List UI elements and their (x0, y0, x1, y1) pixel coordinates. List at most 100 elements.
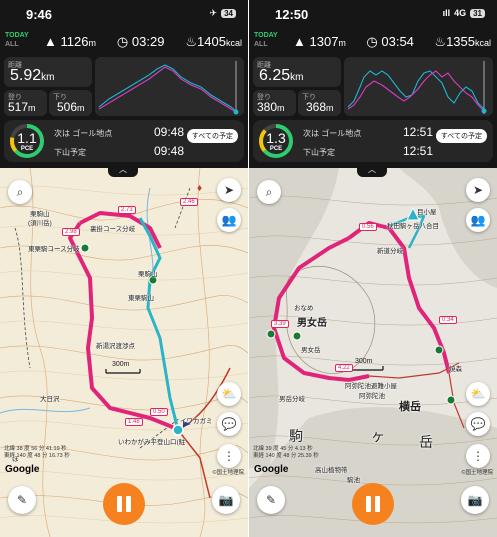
tab-all[interactable]: ALL (5, 40, 29, 49)
coordinates: 北緯 39 度 45 分 4.13 秒 東経 140 度 48 分 25.39 … (253, 446, 319, 460)
collapse-handle[interactable]: ︿ (108, 165, 138, 177)
summit-marker[interactable] (80, 243, 90, 253)
schedule-card[interactable]: 1.3 PCE 次は ゴール地点 12:51 下山予定 12:51 すべての予定 (253, 120, 493, 162)
people-icon: 👥 (221, 213, 237, 227)
compass-icon[interactable]: ♦ (197, 183, 202, 194)
group-button[interactable]: 👥 (466, 208, 490, 232)
all-schedule-button[interactable]: すべての予定 (435, 129, 487, 143)
down-number: 506 (57, 100, 78, 114)
summit-marker-2[interactable] (292, 331, 302, 341)
weather-button[interactable]: ⛅ (466, 382, 490, 406)
ascent-value: 1307 (309, 34, 339, 49)
up-value: 517m (8, 100, 36, 114)
calories-value: 1355 (446, 34, 475, 49)
edit-button[interactable]: ✎ (8, 486, 36, 514)
chat-button[interactable]: 💬 (466, 412, 490, 436)
period-tabs[interactable]: TODAY ALL (5, 31, 29, 49)
map-label-hut: 目小屋 (417, 209, 437, 216)
map-label-kurikoma-2: 栗駒山 (138, 271, 158, 278)
mountain-icon: ▲ (293, 34, 306, 49)
summit-marker-3[interactable] (434, 345, 444, 355)
camera-button[interactable]: 📷 (461, 486, 489, 514)
map-label-higashi-branch: 東栗駒コース分岐 (28, 246, 80, 253)
map-label-onnadake-2: 男女岳 (301, 347, 321, 354)
elevation-chart (344, 57, 493, 116)
group-button[interactable]: 👥 (217, 208, 241, 232)
camera-icon: 📷 (467, 493, 483, 507)
gsi-credit: ©国土地理院 (461, 470, 493, 476)
up-unit: m (277, 103, 285, 113)
pause-icon-bar (375, 496, 380, 512)
status-bar: 9:46 ✈ 34 (0, 6, 248, 24)
summit-marker[interactable] (266, 329, 276, 339)
tab-all[interactable]: ALL (254, 40, 278, 49)
camera-button[interactable]: 📷 (212, 486, 240, 514)
all-schedule-button[interactable]: すべての予定 (186, 129, 238, 143)
more-button[interactable]: ⋮ (217, 444, 241, 468)
pce-value: 1.1 (17, 130, 37, 146)
location-button[interactable]: ➤ (466, 178, 490, 202)
scale-label: 300m (355, 358, 373, 365)
ascent-unit: m (338, 38, 346, 48)
weather-button[interactable]: ⛅ (217, 382, 241, 406)
km-tag: 2.46 (180, 198, 198, 206)
up-number: 380 (257, 100, 278, 114)
map-label-hachigome: 秋田駒ヶ岳八合目 (387, 223, 439, 230)
collapse-handle[interactable]: ︿ (357, 165, 387, 177)
clock-icon: ◷ (116, 34, 129, 49)
map-label-shindo: 新道分岐 (377, 248, 403, 255)
distance-number: 5.92 (10, 67, 42, 84)
period-tabs[interactable]: TODAY ALL (254, 31, 278, 49)
map-label-yokodake: 横岳 (399, 401, 421, 413)
tab-today[interactable]: TODAY (254, 31, 278, 40)
calories-unit: kcal (474, 38, 491, 48)
pce-gauge: 1.3 PCE (257, 122, 295, 160)
map-label-onnadake: 男女岳 (297, 318, 327, 329)
pause-button[interactable] (352, 483, 394, 525)
search-icon: ⌕ (16, 184, 24, 199)
elapsed-value: 03:54 (381, 34, 414, 49)
pce-label: PCE (20, 146, 34, 152)
summit-marker-4[interactable] (446, 395, 456, 405)
location-button[interactable]: ➤ (217, 178, 241, 202)
descent-card: 下り 506m (49, 90, 92, 116)
schedule-card[interactable]: 1.1 PCE 次は ゴール地点 09:48 下山予定 09:48 すべての予定 (4, 120, 244, 162)
signal-icon: ıll (442, 8, 451, 18)
topo-map[interactable]: 目小屋 秋田駒ヶ岳八合目 新道分岐 男女岳 男女岳 阿弥陀池避難小屋 阿弥陀池 … (249, 168, 497, 537)
descend-label: 下山予定 (54, 148, 86, 157)
km-tag: 0.56 (359, 223, 377, 231)
ascent-value: 1126 (60, 34, 89, 49)
tab-today[interactable]: TODAY (5, 31, 29, 40)
calories-stat: ♨1355kcal (434, 34, 491, 50)
map-label-sukawa: (須川岳) (28, 220, 52, 227)
edit-button[interactable]: ✎ (257, 486, 285, 514)
search-button[interactable]: ⌕ (257, 180, 281, 204)
next-point-label: 次は ゴール地点 (303, 129, 362, 138)
distance-value: 5.92km (10, 67, 54, 85)
next-point-time: 09:48 (154, 125, 185, 139)
search-button[interactable]: ⌕ (8, 180, 32, 204)
map-label-dainichi: 大日沢 (40, 396, 60, 403)
chat-icon: 💬 (221, 417, 237, 431)
map-label-iwakagami: イワカガミ (180, 418, 213, 425)
more-button[interactable]: ⋮ (466, 444, 490, 468)
topo-map[interactable]: 栗駒山 (須川岳) 裏掛コース分岐 栗駒山 東栗駒山 東栗駒コース分岐 新湯沢渡… (0, 167, 248, 537)
map-label-shinyu: 新湯沢渡渉点 (96, 343, 135, 350)
map-label-uragake: 裏掛コース分岐 (90, 226, 136, 233)
ascent-stat: ▲ 1307m (293, 34, 346, 50)
map-label-higashi-kurikoma: 東栗駒山 (128, 295, 154, 302)
pause-button[interactable] (103, 483, 145, 525)
down-unit: m (326, 103, 334, 113)
map-label-komaike: 駒池 (347, 477, 360, 484)
up-unit: m (28, 103, 36, 113)
chat-button[interactable]: 💬 (217, 412, 241, 436)
google-logo: Google (254, 464, 289, 475)
km-tag: 3.39 (271, 320, 289, 328)
ascent-card: 登り 380m (253, 90, 296, 116)
km-tag: 1.48 (125, 418, 143, 426)
google-logo: Google (5, 464, 40, 475)
summary-stats: ▲ 1307m ◷ 03:54 ♨1355kcal (293, 34, 491, 50)
current-position-marker (172, 424, 184, 436)
distance-card: 距離 6.25km (253, 57, 341, 87)
status-bar: 12:50 ıll 4G 31 (249, 6, 497, 24)
